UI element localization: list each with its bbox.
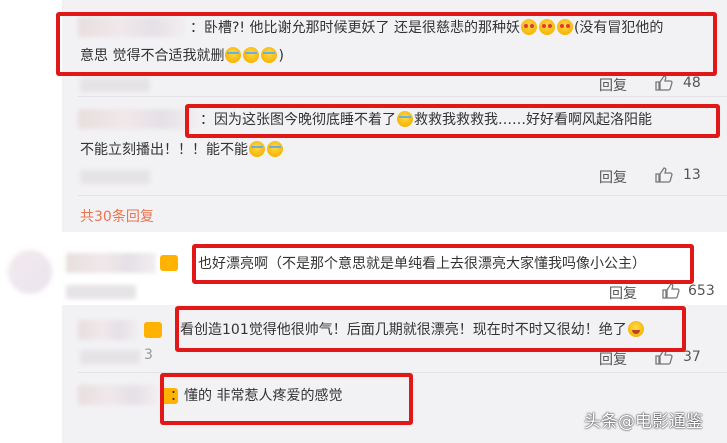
highlight-box bbox=[160, 373, 413, 425]
highlight-box bbox=[185, 104, 720, 138]
reply-button[interactable]: 回复 bbox=[599, 349, 627, 369]
like-count: 653 bbox=[688, 283, 715, 299]
avatar[interactable] bbox=[8, 250, 52, 294]
like-count: 48 bbox=[683, 75, 701, 91]
like-count: 13 bbox=[683, 167, 701, 183]
timestamp-redacted bbox=[66, 285, 136, 299]
view-more-replies-link[interactable]: 共30条回复 bbox=[80, 206, 154, 226]
reply-button[interactable]: 回复 bbox=[609, 283, 637, 303]
username-redacted bbox=[78, 320, 138, 340]
reply-button[interactable]: 回复 bbox=[599, 167, 627, 187]
divider bbox=[78, 195, 727, 196]
timestamp-redacted bbox=[80, 350, 140, 364]
username-redacted bbox=[78, 385, 158, 405]
user-badge-icon bbox=[144, 322, 162, 338]
highlight-box bbox=[175, 306, 686, 352]
timestamp-redacted bbox=[80, 170, 150, 184]
timestamp-redacted bbox=[80, 78, 150, 92]
reply-button[interactable]: 回复 bbox=[599, 75, 627, 95]
like-count: 37 bbox=[683, 349, 701, 365]
user-badge-icon bbox=[160, 255, 178, 271]
username-redacted bbox=[66, 253, 156, 273]
watermark: 头条@电影通鉴 bbox=[584, 412, 703, 432]
highlight-box bbox=[192, 244, 694, 284]
divider bbox=[78, 96, 727, 97]
crying-emoji bbox=[249, 141, 265, 157]
comment-2-line-2: 不能立刻播出！！！能不能 bbox=[80, 140, 284, 160]
like-icon[interactable] bbox=[655, 167, 673, 183]
like-icon[interactable] bbox=[655, 75, 673, 91]
highlight-box bbox=[56, 12, 717, 76]
timestamp-partial: 3 bbox=[144, 347, 153, 363]
username-redacted bbox=[78, 109, 198, 129]
like-icon[interactable] bbox=[662, 283, 680, 299]
crying-emoji bbox=[267, 141, 283, 157]
